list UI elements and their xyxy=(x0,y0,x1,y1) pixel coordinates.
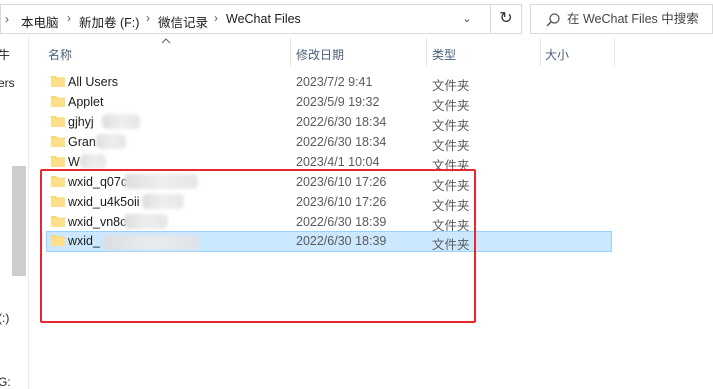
folder-icon xyxy=(51,76,65,87)
redaction-blur xyxy=(102,114,140,129)
folder-icon xyxy=(51,116,65,127)
breadcrumb-chevron-icon[interactable]: › xyxy=(5,12,9,26)
file-name: All Users xyxy=(68,75,119,89)
modified-date: 2023/4/1 10:04 xyxy=(296,155,380,169)
file-name: Gran xyxy=(68,135,96,149)
refresh-button[interactable]: ↻ xyxy=(490,4,522,34)
breadcrumb-drive-f[interactable]: 新加卷 (F:) xyxy=(79,12,139,31)
nav-item-fragment[interactable]: ers xyxy=(0,76,15,90)
column-divider[interactable] xyxy=(614,38,615,66)
modified-date: 2023/7/2 9:41 xyxy=(296,75,373,89)
folder-icon xyxy=(51,96,65,107)
search-input[interactable] xyxy=(567,10,707,28)
pane-divider[interactable] xyxy=(28,36,29,389)
highlight-annotation-box xyxy=(40,169,476,323)
file-name: Applet xyxy=(68,95,104,109)
table-row[interactable]: gjhyj 2022/6/30 18:34 文件夹 xyxy=(46,112,612,133)
refresh-icon: ↻ xyxy=(499,10,513,27)
column-header-type[interactable]: 类型 xyxy=(432,46,456,63)
breadcrumb-wechat-files[interactable]: WeChat Files xyxy=(226,12,301,26)
column-header-date[interactable]: 修改日期 xyxy=(296,46,344,63)
folder-icon xyxy=(51,136,65,147)
column-divider[interactable] xyxy=(540,38,541,66)
modified-date: 2022/6/30 18:34 xyxy=(296,115,387,129)
nav-scrollbar-thumb[interactable] xyxy=(12,166,26,276)
address-history-dropdown-icon[interactable]: ⌄ xyxy=(459,10,475,28)
file-name: W xyxy=(68,155,80,169)
modified-date: 2022/6/30 18:34 xyxy=(296,135,387,149)
file-name: gjhyj xyxy=(68,115,94,129)
redaction-blur xyxy=(80,154,106,169)
breadcrumb-this-pc[interactable]: 本电脑 xyxy=(21,12,59,31)
column-header-size[interactable]: 大小 xyxy=(545,46,569,63)
search-icon xyxy=(546,13,560,27)
column-header-name[interactable]: 名称 xyxy=(48,46,72,63)
breadcrumb-wechat-records[interactable]: 微信记录 xyxy=(158,12,208,31)
redaction-blur xyxy=(96,134,126,149)
search-box[interactable] xyxy=(530,4,713,34)
modified-date: 2023/5/9 19:32 xyxy=(296,95,380,109)
table-row[interactable]: All Users 2023/7/2 9:41 文件夹 xyxy=(46,72,612,93)
nav-item-fragment[interactable]: G: xyxy=(0,375,11,389)
folder-icon xyxy=(51,156,65,167)
nav-item-fragment[interactable]: (:) xyxy=(0,311,9,325)
table-row[interactable]: Gran 2022/6/30 18:34 文件夹 xyxy=(46,132,612,153)
column-divider[interactable] xyxy=(290,38,291,66)
navigation-pane[interactable]: 牛 ers (:) G: xyxy=(0,36,32,389)
sort-ascending-icon xyxy=(161,38,171,44)
column-header-row: 名称 修改日期 类型 大小 xyxy=(0,36,713,66)
address-bar[interactable]: › 本电脑 › 新加卷 (F:) › 微信记录 › WeChat Files ⌄ xyxy=(0,4,522,34)
table-row[interactable]: Applet 2023/5/9 19:32 文件夹 xyxy=(46,92,612,113)
breadcrumb-separator-icon[interactable]: › xyxy=(214,11,218,25)
breadcrumb-separator-icon[interactable]: › xyxy=(67,11,71,25)
breadcrumb-separator-icon[interactable]: › xyxy=(146,11,150,25)
column-divider[interactable] xyxy=(426,38,427,66)
